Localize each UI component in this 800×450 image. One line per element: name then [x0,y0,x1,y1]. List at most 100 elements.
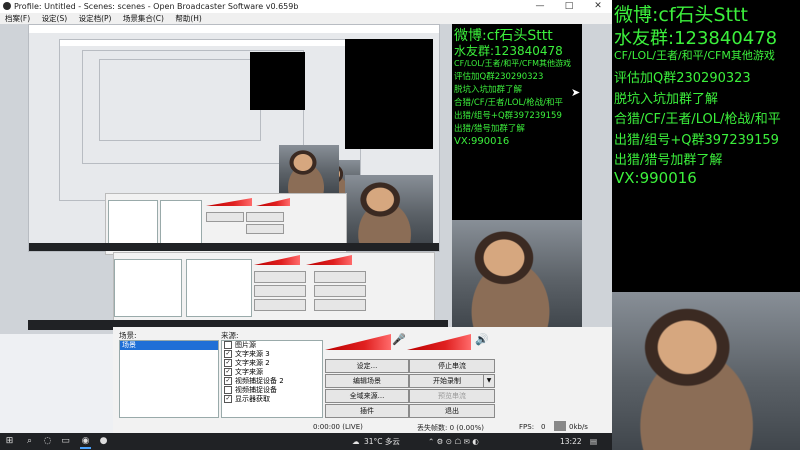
menu-scene-collection[interactable]: 场景集合(C) [123,14,164,23]
sources-list[interactable]: 图片源 ✓ 文字来源 3 ✓ 文字来源 2 ✓ 文字来源 ✓ 视频捕捉设备 2 视频捕捉… [221,340,323,418]
nested-title-bar-2 [60,40,360,46]
overlay-large-join: 出猎/猎号加群了解 [614,153,723,168]
source-checkbox[interactable] [224,341,232,349]
overlay-large-qgroup: 出猎/组号+Q群397239159 [614,133,779,148]
nested-btn [314,299,366,311]
source-item[interactable]: ✓ 显示器获取 [222,395,322,404]
source-name: 显示器获取 [235,395,270,403]
close-button[interactable]: ✕ [584,0,612,13]
title-bar: Profile: Untitled - Scenes: scenes - Ope… [0,0,612,13]
file-explorer-icon[interactable]: ▭ [60,436,71,447]
overlay-line-join: 出猎/猎号加群了解 [454,124,525,134]
mic-icon[interactable]: 🎤 [392,333,406,346]
preview-canvas: 微博:cf石头Sttt 水友群:123840478 CF/LOL/王者/和平/C… [0,24,612,334]
scenes-list[interactable]: 场景 [119,340,219,418]
system-tray-icons[interactable]: ⌃ ⚙ ⊙ ☖ ✉ ◐ [428,433,479,450]
browser-icon[interactable]: ◉ [80,436,91,449]
speaker-icon[interactable]: 🔊 [475,333,489,346]
stream-status-indicator [554,421,566,431]
nested-cam-2 [279,145,339,195]
nested-btn [254,285,306,297]
source-item[interactable]: ✓ 文字来源 3 [222,350,322,359]
nested-btn [314,285,366,297]
mic-volume-meter[interactable] [407,334,471,350]
nested-preview-1 [28,24,440,255]
nested-sources-list-2 [186,259,252,317]
nested-btn [314,271,366,283]
edit-scene-button[interactable]: 编辑场景 [325,374,409,388]
overlay-large-weibo: 微博:cf石头Sttt [614,4,748,26]
source-name: 文字来源 3 [235,350,270,358]
nested-title-bar [29,25,439,33]
menu-bar: 档案(F) 设定(S) 设定档(P) 场景集合(C) 帮助(H) [0,13,612,24]
source-checkbox[interactable]: ✓ [224,377,232,385]
overlay-large-pit: 脱坑入坑加群了解 [614,92,719,107]
menu-settings[interactable]: 设定(S) [42,14,68,23]
overlay-line-group: 水友群:123840478 [454,44,563,58]
nested-overlay [345,39,433,149]
overlay-large-vx: VX:990016 [614,169,697,187]
menu-help[interactable]: 帮助(H) [175,14,202,23]
overlay-line-pit: 脱坑入坑加群了解 [454,85,523,95]
source-name: 视频捕捉设备 2 [235,377,284,385]
window-title: Profile: Untitled - Scenes: scenes - Ope… [14,2,299,11]
obs-logo-icon [3,2,11,10]
maximize-button[interactable]: □ [555,0,583,13]
mouse-cursor-icon: ➤ [571,86,581,99]
overlay-large-games: CF/LOL/王者/和平/CFM其他游戏 [614,49,775,62]
source-name: 视频捕捉设备 [235,386,277,394]
fps-value: 0 [541,423,546,431]
stream-overlay-large: 微博:cf石头Sttt 水友群:123840478 CF/LOL/王者/和平/C… [612,0,800,450]
overlay-large-eval: 评估加Q群230290323 [614,71,751,86]
nested-scenes-list [108,200,158,248]
nested-sources-list [160,200,202,248]
minimize-button[interactable]: — [526,0,554,13]
preview-stream-button[interactable]: 预览串流 [409,389,495,403]
clock[interactable]: 13:22 [560,433,582,450]
start-record-button[interactable]: 开始录制 [409,374,485,388]
windows-start-icon[interactable]: ⊞ [4,436,15,447]
webcam-feed-large [612,292,800,450]
desktop-volume-meter[interactable] [325,334,391,350]
search-icon[interactable]: ⌕ [24,436,35,447]
task-view-icon[interactable]: ◌ [42,436,53,447]
settings-button[interactable]: 设定... [325,359,409,373]
source-checkbox[interactable]: ✓ [224,368,232,376]
global-sources-button[interactable]: 全域来源... [325,389,409,403]
source-item[interactable]: ✓ 文字来源 [222,368,322,377]
source-item[interactable]: 视频捕捉设备 [222,386,322,395]
source-item[interactable]: ✓ 文字来源 2 [222,359,322,368]
stop-stream-button[interactable]: 停止串流 [409,359,495,373]
overlay-line-eval: 评估加Q群230290323 [454,72,544,82]
exit-button[interactable]: 退出 [409,404,495,418]
source-name: 文字来源 2 [235,359,270,367]
source-item[interactable]: 图片源 [222,341,322,350]
source-checkbox[interactable]: ✓ [224,359,232,367]
obs-taskbar-icon[interactable]: ● [98,436,109,447]
nested-scenes-list-2 [114,259,182,317]
overlay-line-qgroup: 出猎/组号+Q群397239159 [454,111,562,121]
taskbar: ⊞ ⌕ ◌ ▭ ◉ ● ☁ 31°C 多云 ⌃ ⚙ ⊙ ☖ ✉ ◐ 13:22 … [0,433,612,450]
nested-btn [254,271,306,283]
nested-panel-2 [113,252,435,324]
scene-item[interactable]: 场景 [120,341,218,350]
plugins-button[interactable]: 插件 [325,404,409,418]
webcam-feed-medium [452,220,582,328]
weather-icon[interactable]: ☁ [352,433,360,450]
record-dropdown-chevron-icon[interactable]: ▼ [483,374,495,388]
source-checkbox[interactable] [224,386,232,394]
nested-btn [254,299,306,311]
stream-overlay-text: 微博:cf石头Sttt 水友群:123840478 CF/LOL/王者/和平/C… [452,24,582,220]
overlay-line-games: CF/LOL/王者/和平/CFM其他游戏 [454,59,571,68]
source-item[interactable]: ✓ 视频捕捉设备 2 [222,377,322,386]
source-name: 图片源 [235,341,256,349]
overlay-line-team: 合猎/CF/王者/LOL/枪战/和平 [454,98,564,108]
weather-text[interactable]: 31°C 多云 [364,433,400,450]
fps-label: FPS: [519,423,535,431]
source-checkbox[interactable]: ✓ [224,350,232,358]
obs-control-panel: 场景: 来源: 场景 图片源 ✓ 文字来源 3 ✓ 文字来源 2 ✓ 文字来源 ✓ 视频… [113,327,613,435]
notification-icon[interactable]: ▤ [590,433,597,450]
menu-profiles[interactable]: 设定档(P) [79,14,112,23]
source-checkbox[interactable]: ✓ [224,395,232,403]
menu-file[interactable]: 档案(F) [5,14,30,23]
